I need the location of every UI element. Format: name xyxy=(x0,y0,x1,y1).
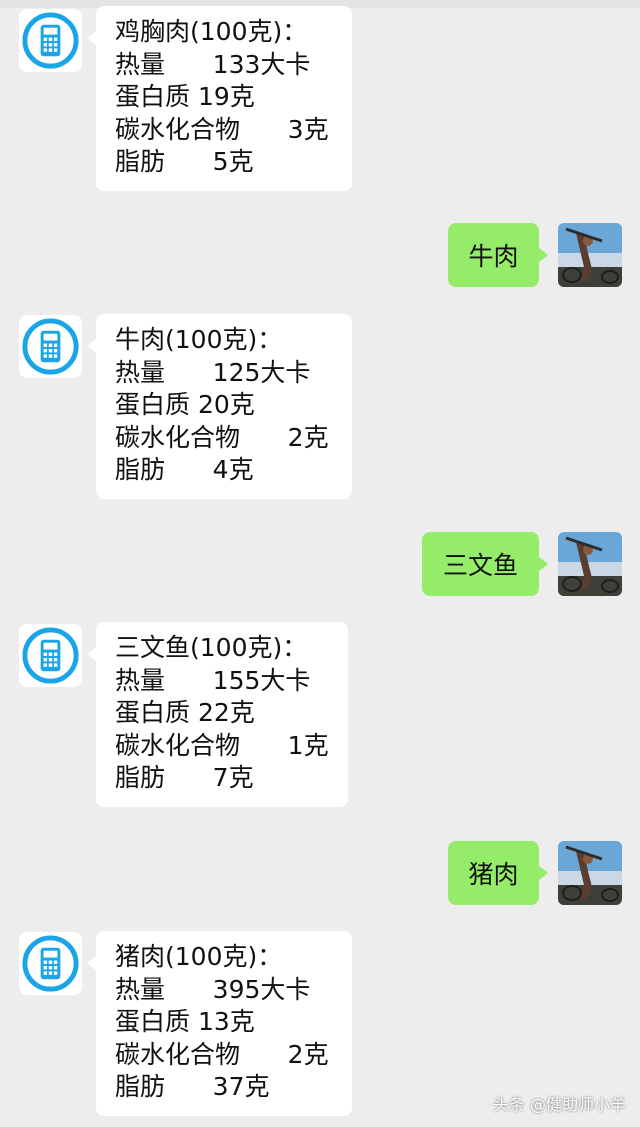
protein-row: 蛋白质 20克 xyxy=(115,390,255,419)
sent-message[interactable]: 三文鱼 xyxy=(422,532,548,596)
user-photo-avatar xyxy=(558,223,622,287)
calculator-icon xyxy=(22,318,79,375)
fat-row: 脂肪 4克 xyxy=(115,455,254,484)
user-photo-avatar xyxy=(558,532,622,596)
sent-message[interactable]: 牛肉 xyxy=(448,223,548,287)
calculator-icon xyxy=(22,12,79,69)
protein-row: 蛋白质 13克 xyxy=(115,1007,255,1036)
fat-row: 脂肪 7克 xyxy=(115,763,254,792)
fat-row: 脂肪 37克 xyxy=(115,1072,270,1101)
calories-row: 热量 395大卡 xyxy=(115,974,311,1004)
user-avatar[interactable] xyxy=(558,223,622,287)
food-title: 牛肉(100克)： xyxy=(115,325,283,354)
carbs-row: 碳水化合物 2克 xyxy=(115,1039,329,1069)
bot-avatar[interactable] xyxy=(19,9,82,72)
received-message[interactable]: 鸡胸肉(100克)： 热量 133大卡 蛋白质 19克 碳水化合物 3克 脂肪 … xyxy=(87,6,352,191)
chat-window: 鸡胸肉(100克)： 热量 133大卡 蛋白质 19克 碳水化合物 3克 脂肪 … xyxy=(0,0,640,1127)
food-title: 三文鱼(100克)： xyxy=(115,633,308,662)
calculator-icon xyxy=(22,627,79,684)
watermark: 头条 @健助师小羊 xyxy=(492,1095,626,1114)
protein-row: 蛋白质 19克 xyxy=(115,82,255,111)
calories-row: 热量 155大卡 xyxy=(115,665,311,695)
food-title: 猪肉(100克)： xyxy=(115,942,283,971)
carbs-row: 碳水化合物 2克 xyxy=(115,422,329,452)
bot-avatar[interactable] xyxy=(19,624,82,687)
user-photo-avatar xyxy=(558,841,622,905)
food-title: 鸡胸肉(100克)： xyxy=(115,17,308,46)
bot-avatar[interactable] xyxy=(19,315,82,378)
calories-row: 热量 133大卡 xyxy=(115,49,311,79)
sent-message-text: 三文鱼 xyxy=(442,551,518,580)
user-avatar[interactable] xyxy=(558,532,622,596)
sent-message[interactable]: 猪肉 xyxy=(448,841,548,905)
fat-row: 脂肪 5克 xyxy=(115,147,254,176)
sent-message-text: 猪肉 xyxy=(468,860,519,889)
protein-row: 蛋白质 22克 xyxy=(115,698,255,727)
received-message[interactable]: 三文鱼(100克)： 热量 155大卡 蛋白质 22克 碳水化合物 1克 脂肪 … xyxy=(87,622,348,807)
carbs-row: 碳水化合物 3克 xyxy=(115,114,329,144)
bot-avatar[interactable] xyxy=(19,932,82,995)
calories-row: 热量 125大卡 xyxy=(115,357,311,387)
received-message[interactable]: 猪肉(100克)： 热量 395大卡 蛋白质 13克 碳水化合物 2克 脂肪 3… xyxy=(87,931,352,1116)
received-message[interactable]: 牛肉(100克)： 热量 125大卡 蛋白质 20克 碳水化合物 2克 脂肪 4… xyxy=(87,314,352,499)
user-avatar[interactable] xyxy=(558,841,622,905)
calculator-icon xyxy=(22,935,79,992)
carbs-row: 碳水化合物 1克 xyxy=(115,730,329,760)
sent-message-text: 牛肉 xyxy=(468,242,519,271)
